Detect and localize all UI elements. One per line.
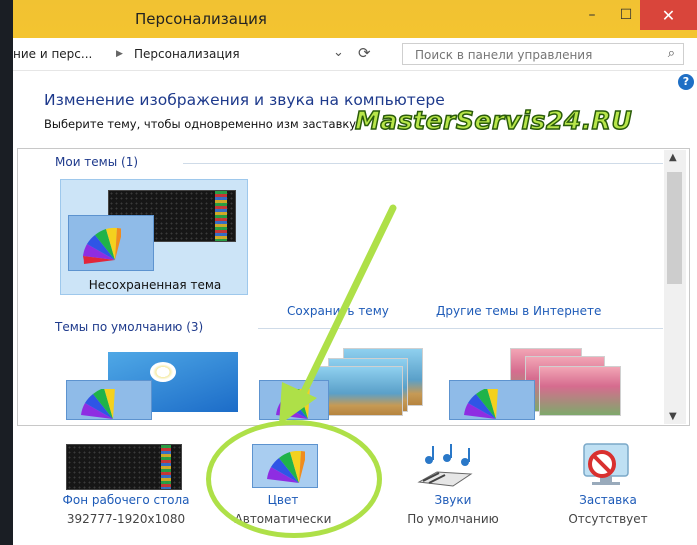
scroll-down-icon[interactable]: ▼ <box>669 411 677 422</box>
sounds-value: По умолчанию <box>407 512 499 526</box>
scroll-up-icon[interactable]: ▲ <box>669 152 677 163</box>
sounds-icon <box>417 444 473 487</box>
breadcrumb-separator-icon[interactable]: ▶ <box>116 49 123 59</box>
theme-color-overlay <box>68 215 154 271</box>
chevron-down-icon[interactable]: ⌄ <box>333 45 344 60</box>
sounds-label[interactable]: Звуки <box>398 493 508 507</box>
theme-item-unsaved[interactable]: Несохраненная тема <box>60 179 248 295</box>
desktop-background-label[interactable]: Фон рабочего стола <box>46 493 206 507</box>
default-themes-header: Темы по умолчанию (3) <box>55 320 204 334</box>
color-fan-icon <box>81 389 115 419</box>
online-themes-link[interactable]: Другие темы в Интернете <box>436 304 601 318</box>
desktop-background-thumbnail <box>66 444 182 490</box>
minimize-button[interactable]: – <box>577 0 607 30</box>
personalization-window: Персонализация – ☐ ✕ ние и перс... ▶ Пер… <box>13 0 697 545</box>
my-themes-header: Мои темы (1) <box>55 155 139 169</box>
search-input[interactable] <box>413 46 652 64</box>
theme-background-thumbnail <box>539 366 621 416</box>
annotation-highlight-ring <box>206 420 382 538</box>
title-bar: Персонализация – ☐ ✕ <box>13 0 697 39</box>
theme-name: Несохраненная тема <box>88 278 222 292</box>
theme-color-overlay <box>259 380 329 420</box>
color-fan-icon <box>464 389 498 419</box>
maximize-button[interactable]: ☐ <box>611 0 641 30</box>
address-bar: ние и перс... ▶ Персонализация ⌄ ⟳ ⌕ <box>13 38 697 71</box>
refresh-icon[interactable]: ⟳ <box>358 44 371 62</box>
window-title: Персонализация <box>135 10 267 28</box>
breadcrumb-parent[interactable]: ние и перс... <box>13 47 92 61</box>
color-fan-icon <box>83 227 121 264</box>
help-icon[interactable]: ? <box>678 74 694 90</box>
theme-color-overlay <box>449 380 535 420</box>
page-description: Выберите тему, чтобы одновременно изм за… <box>44 117 360 131</box>
color-fan-icon <box>276 389 310 419</box>
breadcrumb-current[interactable]: Персонализация <box>134 47 240 61</box>
search-box[interactable]: ⌕ <box>402 43 684 65</box>
search-icon[interactable]: ⌕ <box>668 46 675 61</box>
watermark-text: MasterServis24.RU <box>354 105 633 136</box>
screensaver-label[interactable]: Заставка <box>553 493 663 507</box>
section-divider <box>183 163 663 164</box>
close-button[interactable]: ✕ <box>640 0 697 30</box>
save-theme-link[interactable]: Сохранить тему <box>287 304 389 318</box>
section-divider <box>258 328 663 329</box>
scroll-thumb[interactable] <box>667 172 682 284</box>
theme-color-overlay <box>66 380 152 420</box>
themes-scrollbar[interactable]: ▲ ▼ <box>664 150 686 424</box>
desktop-background-value: 392777-1920x1080 <box>66 512 186 526</box>
screensaver-value: Отсутствует <box>568 512 648 526</box>
screensaver-icon <box>583 443 629 485</box>
